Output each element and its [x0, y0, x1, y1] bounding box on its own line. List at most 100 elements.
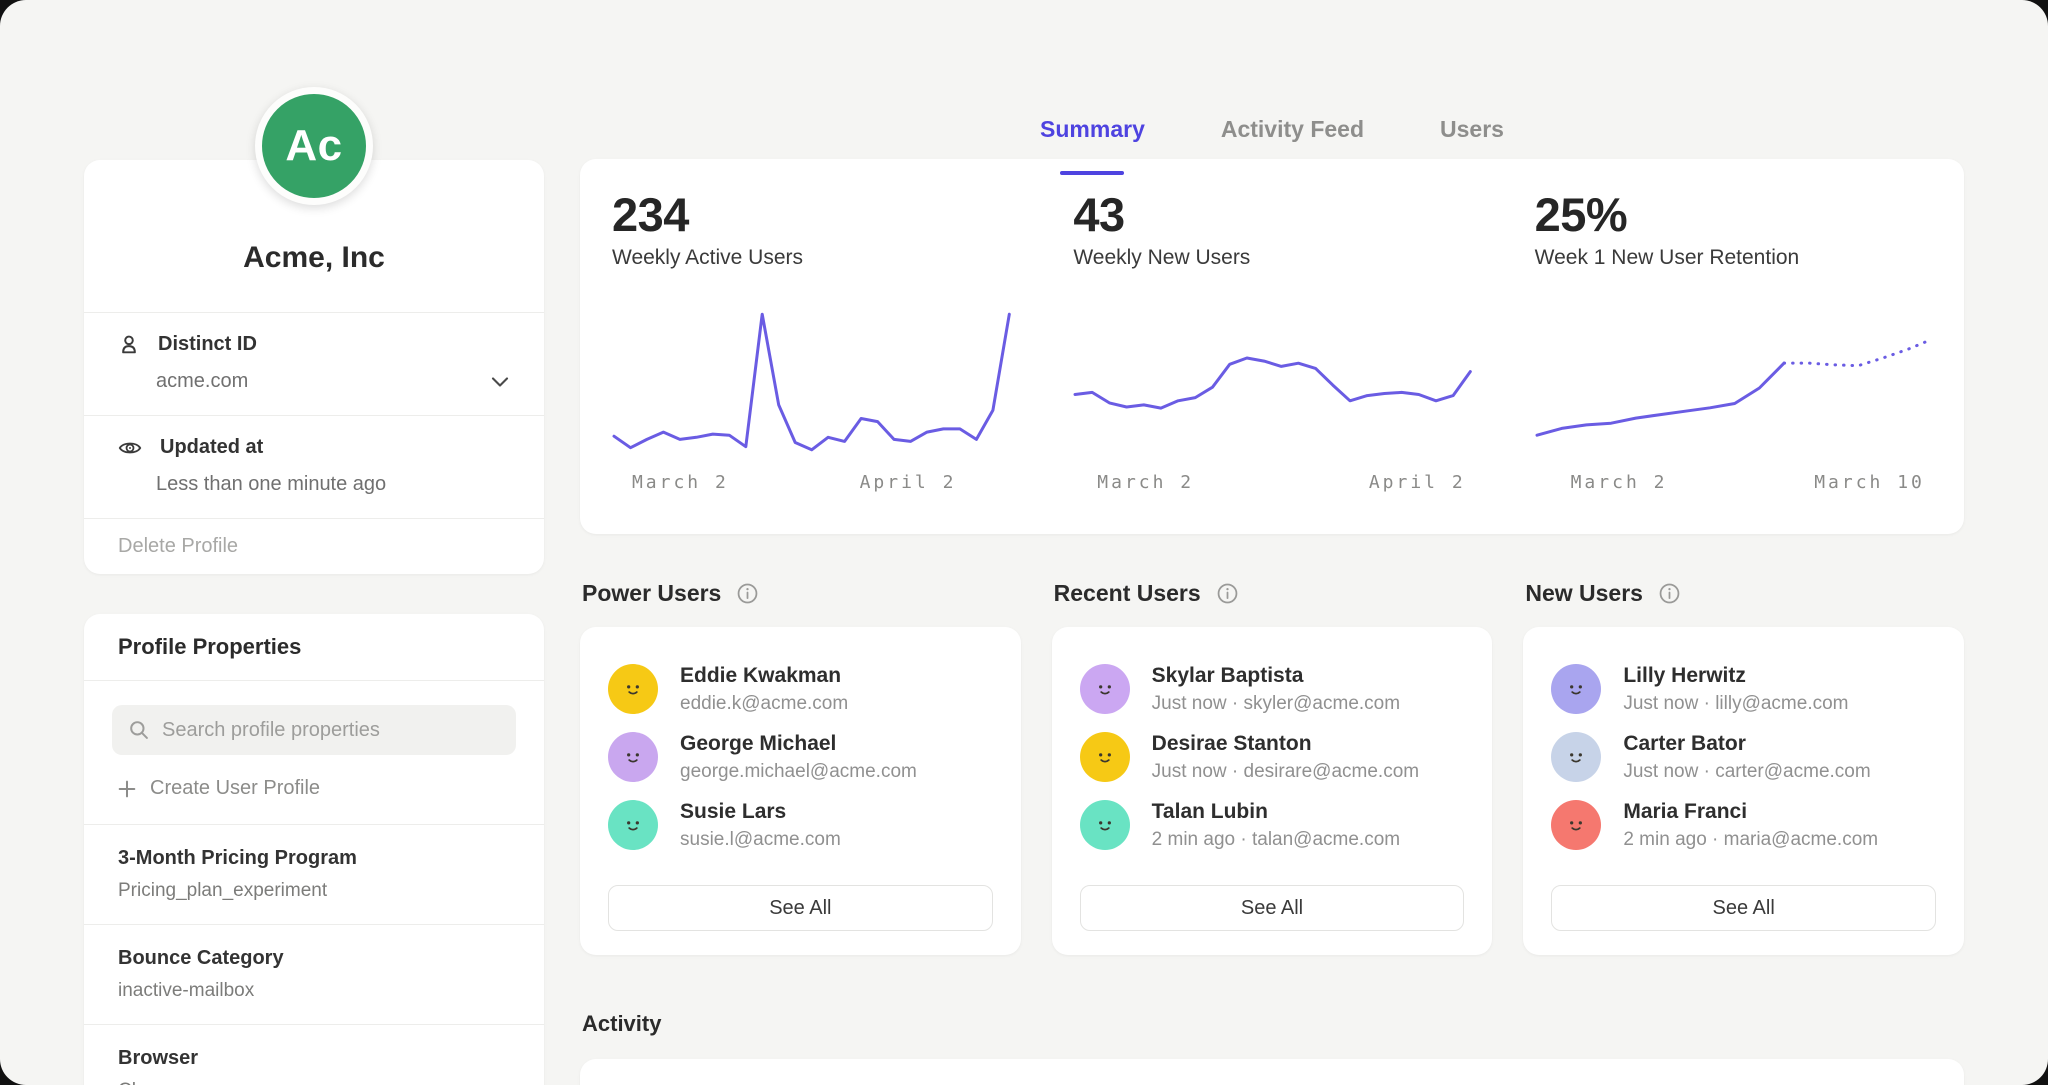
- user-list-item[interactable]: Eddie Kwakmaneddie.k@acme.com: [608, 657, 993, 721]
- property-value: Chrome: [118, 1080, 510, 1085]
- user-name: Desirae Stanton: [1152, 732, 1419, 756]
- delete-profile-button[interactable]: Delete Profile: [84, 519, 544, 574]
- x-axis-label: April 2: [1369, 472, 1466, 493]
- create-user-profile-label: Create User Profile: [150, 777, 320, 800]
- user-list-item[interactable]: Desirae Stanton Just now · desirare@acme.…: [1080, 725, 1465, 789]
- updated-at-value: Less than one minute ago: [156, 473, 386, 496]
- x-axis-label: March 2: [1571, 472, 1668, 493]
- chevron-down-icon[interactable]: [490, 375, 510, 389]
- user-avatar: [608, 800, 658, 850]
- user-avatar: [1551, 664, 1601, 714]
- create-user-profile-button[interactable]: Create User Profile: [84, 755, 544, 824]
- distinct-id-label: Distinct ID: [158, 333, 257, 356]
- activity-stat: 234: [580, 1059, 1041, 1085]
- weekly-active-users-sparkline: [612, 306, 1011, 458]
- property-name: Bounce Category: [118, 947, 510, 970]
- user-subtitle: susie.l@acme.com: [680, 829, 841, 851]
- x-axis-label: March 2: [1097, 472, 1194, 493]
- user-avatar: [1551, 732, 1601, 782]
- user-subtitle: Just now · carter@acme.com: [1623, 761, 1870, 783]
- user-name: Susie Lars: [680, 800, 841, 824]
- company-name: Acme, Inc: [243, 241, 385, 275]
- user-list-item[interactable]: Skylar BaptistaJust now · skyler@acme.co…: [1080, 657, 1465, 721]
- company-avatar-initials: Ac: [285, 121, 342, 171]
- distinct-id-value: acme.com: [156, 370, 248, 393]
- user-name: Maria Franci: [1623, 800, 1878, 824]
- user-subtitle: Just now · skyler@acme.com: [1152, 693, 1400, 715]
- stat-value: 25%: [1535, 187, 1934, 242]
- user-subtitle: Just now · lilly@acme.com: [1623, 693, 1848, 715]
- info-icon[interactable]: [1657, 581, 1682, 606]
- property-row[interactable]: Bounce Category inactive-mailbox: [84, 925, 544, 1024]
- user-list-item[interactable]: Lilly Herwitz Just now · lilly@acme.com: [1551, 657, 1936, 721]
- user-list-item[interactable]: Susie Lars susie.l@acme.com: [608, 793, 993, 857]
- user-avatar: [1080, 732, 1130, 782]
- eye-icon: [118, 439, 142, 457]
- user-card: Skylar BaptistaJust now · skyler@acme.co…: [1052, 627, 1493, 955]
- user-name: Lilly Herwitz: [1623, 664, 1848, 688]
- user-subtitle: 2 min ago · maria@acme.com: [1623, 829, 1878, 851]
- x-axis-label: March 2: [632, 472, 729, 493]
- section-title: Recent Users: [1054, 580, 1201, 607]
- info-icon[interactable]: [735, 581, 760, 606]
- user-section: New Users Lilly Herwitz Just now · lilly@a…: [1523, 580, 1964, 955]
- user-card: Lilly Herwitz Just now · lilly@acme.com Ca…: [1523, 627, 1964, 955]
- see-all-button[interactable]: See All: [608, 885, 993, 931]
- user-name: George Michael: [680, 732, 917, 756]
- updated-at-row: Updated at Less than one minute ago: [84, 416, 544, 518]
- user-card: Eddie Kwakmaneddie.k@acme.comGeorge Mich…: [580, 627, 1021, 955]
- divider: [84, 680, 544, 681]
- user-list-item[interactable]: Maria Franci 2 min ago · maria@acme.com: [1551, 793, 1936, 857]
- property-row[interactable]: Browser Chrome: [84, 1025, 544, 1085]
- user-avatar: [608, 664, 658, 714]
- company-avatar: Ac: [255, 87, 373, 205]
- user-avatar: [1080, 664, 1130, 714]
- profile-sidebar: Ac Acme, Inc Distinct ID ac: [84, 0, 544, 1085]
- property-row[interactable]: 3-Month Pricing Program Pricing_plan_exp…: [84, 825, 544, 924]
- x-axis-label: March 10: [1814, 472, 1925, 493]
- week1-retention-sparkline: [1535, 306, 1934, 458]
- stat-label: Weekly New Users: [1073, 246, 1472, 270]
- section-title: New Users: [1525, 580, 1643, 607]
- profile-properties-card: Profile Properties Create User Pro: [84, 614, 544, 1085]
- user-avatar: [608, 732, 658, 782]
- user-avatar: [1080, 800, 1130, 850]
- stat-label: Week 1 New User Retention: [1535, 246, 1934, 270]
- search-icon: [128, 719, 150, 741]
- see-all-button[interactable]: See All: [1551, 885, 1936, 931]
- profile-summary-card: Acme, Inc Distinct ID acme.com: [84, 160, 544, 574]
- tab-bar: Summary Activity Feed Users: [580, 0, 1964, 159]
- user-section: Power UsersEddie Kwakmaneddie.k@acme.com…: [580, 580, 1021, 955]
- tab-users[interactable]: Users: [1440, 116, 1504, 159]
- profile-properties-search[interactable]: [112, 705, 516, 755]
- x-axis-label: April 2: [860, 472, 957, 493]
- user-subtitle: Just now · desirare@acme.com: [1152, 761, 1419, 783]
- tab-activity-feed[interactable]: Activity Feed: [1221, 116, 1364, 159]
- user-list-item[interactable]: Talan Lubin2 min ago · talan@acme.com: [1080, 793, 1465, 857]
- user-name: Talan Lubin: [1152, 800, 1400, 824]
- see-all-button[interactable]: See All: [1080, 885, 1465, 931]
- stat-value: 43: [1073, 187, 1472, 242]
- stat-value: 234: [612, 187, 1011, 242]
- plus-icon: [118, 780, 136, 798]
- property-name: 3-Month Pricing Program: [118, 847, 510, 870]
- search-input[interactable]: [162, 719, 500, 742]
- activity-section-title: Activity: [580, 1011, 1964, 1037]
- activity-stat: 3.4k: [1503, 1059, 1964, 1085]
- tab-summary[interactable]: Summary: [1040, 116, 1145, 159]
- user-list-item[interactable]: George Michael george.michael@acme.com: [608, 725, 993, 789]
- property-name: Browser: [118, 1047, 510, 1070]
- activity-stat: 240: [1041, 1059, 1502, 1085]
- property-value: Pricing_plan_experiment: [118, 880, 510, 902]
- updated-at-label: Updated at: [160, 436, 263, 459]
- user-avatar: [1551, 800, 1601, 850]
- user-sections: Power UsersEddie Kwakmaneddie.k@acme.com…: [580, 580, 1964, 955]
- main-content: Summary Activity Feed Users 234 Weekly A…: [580, 0, 1964, 1085]
- stat-label: Weekly Active Users: [612, 246, 1011, 270]
- info-icon[interactable]: [1215, 581, 1240, 606]
- user-subtitle: george.michael@acme.com: [680, 761, 917, 783]
- stat-week1-retention: 25% Week 1 New User Retention March 2 Ma…: [1503, 159, 1964, 534]
- stat-weekly-new-users: 43 Weekly New Users March 2 April 2: [1041, 159, 1502, 534]
- user-list-item[interactable]: Carter BatorJust now · carter@acme.com: [1551, 725, 1936, 789]
- user-section: Recent Users Skylar BaptistaJust now · sk…: [1052, 580, 1493, 955]
